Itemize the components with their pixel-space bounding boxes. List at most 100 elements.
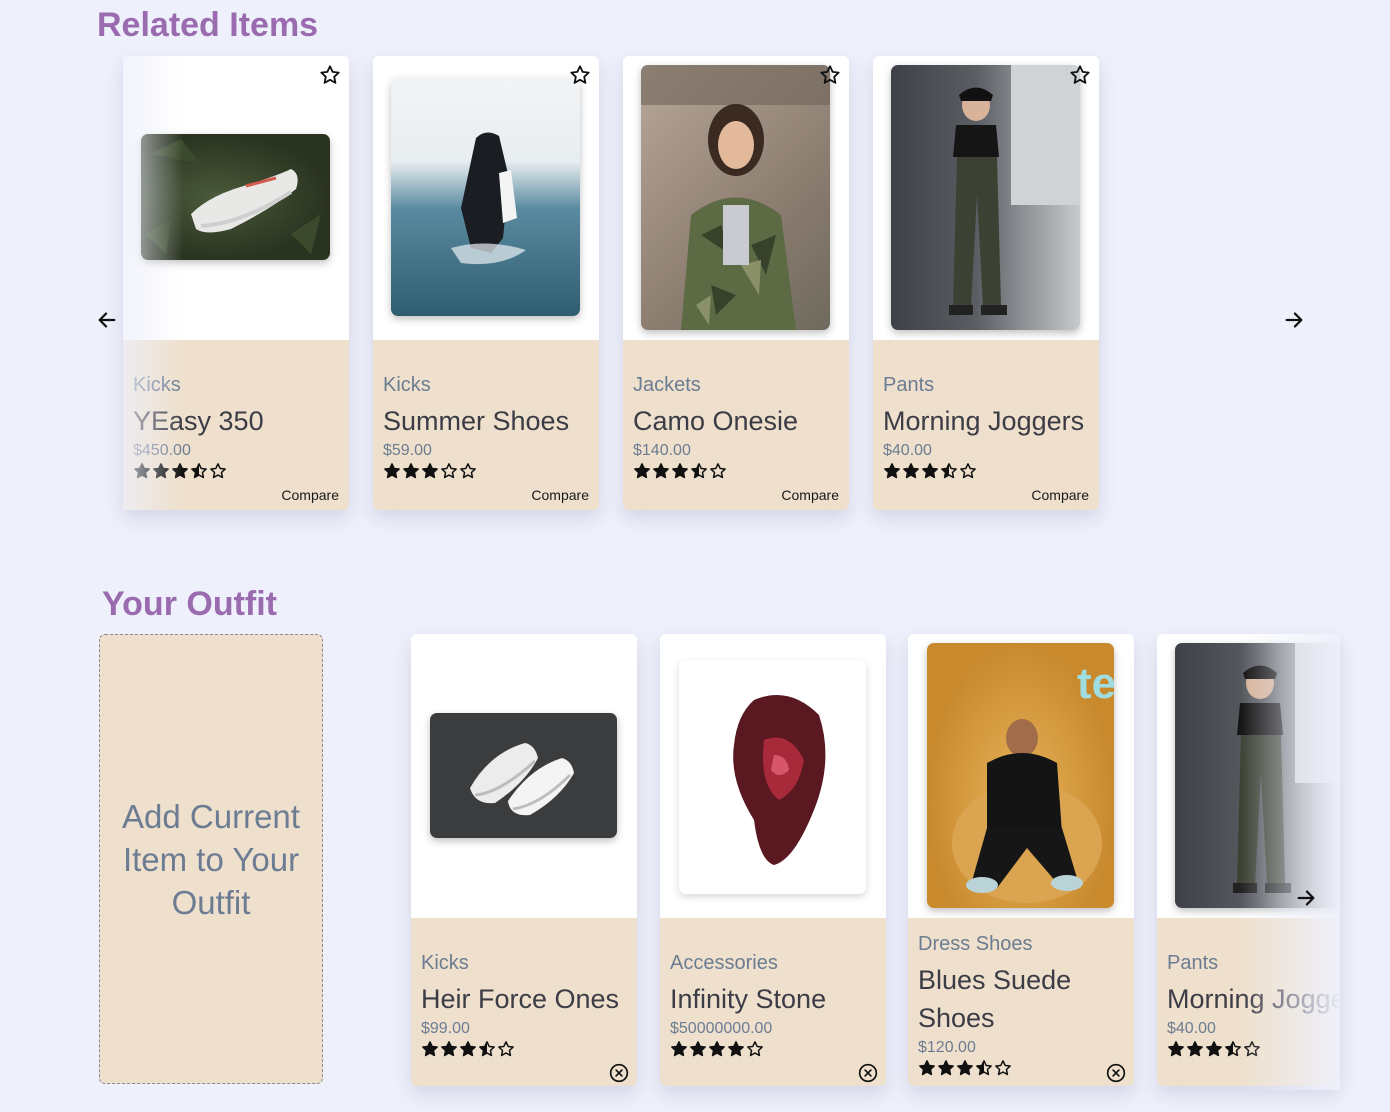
card-image-area xyxy=(411,634,637,918)
star-rating xyxy=(1167,1040,1261,1058)
star-full-icon xyxy=(956,1059,974,1077)
joggers-image xyxy=(891,65,1080,330)
card-image-area: te xyxy=(908,634,1134,918)
card-category: Kicks xyxy=(421,952,469,974)
camo-jacket-image xyxy=(641,65,830,330)
sneaker-image xyxy=(141,134,330,260)
star-rating xyxy=(918,1059,1012,1077)
star-half-icon xyxy=(478,1040,496,1058)
star-full-icon xyxy=(727,1040,745,1058)
star-full-icon xyxy=(421,462,439,480)
card-name: Morning Joggers xyxy=(1167,984,1340,1014)
joggers-image xyxy=(1175,643,1340,908)
related-card[interactable]: Kicks YEasy 350 $450.00 Compare xyxy=(123,56,349,510)
star-half-icon xyxy=(690,462,708,480)
card-price: $99.00 xyxy=(421,1020,470,1037)
card-image-area xyxy=(373,56,599,340)
star-half-icon xyxy=(190,462,208,480)
related-card[interactable]: Kicks Summer Shoes $59.00 Compare xyxy=(373,56,599,510)
related-card[interactable]: Jackets Camo Onesie $140.00 Compare xyxy=(623,56,849,510)
add-to-outfit-button[interactable]: Add Current Item to Your Outfit xyxy=(99,634,323,1084)
star-half-icon xyxy=(975,1059,993,1077)
card-info: Pants Morning Joggers $40.00 xyxy=(1157,918,1340,1086)
white-sneakers-image xyxy=(430,713,617,838)
star-full-icon xyxy=(708,1040,726,1058)
star-full-icon xyxy=(1186,1040,1204,1058)
star-full-icon xyxy=(440,1040,458,1058)
star-full-icon xyxy=(133,462,151,480)
ocean-wader-image xyxy=(391,78,580,316)
star-empty-icon xyxy=(459,462,477,480)
card-category: Kicks xyxy=(133,374,181,396)
compare-button[interactable]: Compare xyxy=(531,487,589,503)
card-category: Kicks xyxy=(383,374,431,396)
card-price: $140.00 xyxy=(633,442,691,459)
remove-close-icon[interactable] xyxy=(858,1063,878,1083)
outfit-card[interactable]: te Dress Shoes Blues Suede Shoes $120.00 xyxy=(908,634,1134,1086)
card-price: $450.00 xyxy=(133,442,191,459)
card-price: $40.00 xyxy=(883,442,932,459)
card-name: Morning Joggers xyxy=(883,406,1085,436)
card-name: Blues Suede Shoes xyxy=(918,965,1072,1033)
compare-button[interactable]: Compare xyxy=(281,487,339,503)
favorite-star-icon[interactable] xyxy=(319,64,341,86)
star-rating xyxy=(421,1040,515,1058)
add-to-outfit-label: Add Current Item to Your Outfit xyxy=(122,797,300,921)
star-full-icon xyxy=(689,1040,707,1058)
star-full-icon xyxy=(1205,1040,1223,1058)
card-category: Dress Shoes xyxy=(918,933,1033,955)
star-full-icon xyxy=(402,462,420,480)
card-info: Kicks YEasy 350 $450.00 Compare xyxy=(123,340,349,510)
favorite-star-icon[interactable] xyxy=(819,64,841,86)
next-arrow-icon[interactable] xyxy=(1283,309,1305,331)
card-info: Dress Shoes Blues Suede Shoes $120.00 xyxy=(908,918,1134,1086)
red-gem-image xyxy=(679,660,866,894)
card-price: $120.00 xyxy=(918,1039,976,1056)
card-info: Accessories Infinity Stone $50000000.00 xyxy=(660,918,886,1086)
compare-button[interactable]: Compare xyxy=(781,487,839,503)
card-image-area xyxy=(660,634,886,918)
card-info: Kicks Summer Shoes $59.00 Compare xyxy=(373,340,599,510)
outfit-card[interactable]: Pants Morning Joggers $40.00 xyxy=(1157,634,1340,1086)
star-empty-icon xyxy=(746,1040,764,1058)
your-outfit-title: Your Outfit xyxy=(102,585,277,623)
star-empty-icon xyxy=(440,462,458,480)
star-empty-icon xyxy=(497,1040,515,1058)
card-category: Jackets xyxy=(633,374,701,396)
prev-arrow-icon[interactable] xyxy=(96,309,118,331)
star-full-icon xyxy=(652,462,670,480)
star-full-icon xyxy=(459,1040,477,1058)
star-full-icon xyxy=(421,1040,439,1058)
star-half-icon xyxy=(940,462,958,480)
remove-close-icon[interactable] xyxy=(609,1063,629,1083)
outfit-card[interactable]: Kicks Heir Force Ones $99.00 xyxy=(411,634,637,1086)
card-info: Kicks Heir Force Ones $99.00 xyxy=(411,918,637,1086)
star-empty-icon xyxy=(209,462,227,480)
card-price: $50000000.00 xyxy=(670,1020,773,1037)
star-rating xyxy=(883,462,977,480)
remove-close-icon[interactable] xyxy=(1106,1063,1126,1083)
star-full-icon xyxy=(1167,1040,1185,1058)
star-empty-icon xyxy=(1243,1040,1261,1058)
star-rating xyxy=(133,462,227,480)
outfit-next-arrow-icon[interactable] xyxy=(1295,887,1317,909)
card-price: $40.00 xyxy=(1167,1020,1216,1037)
favorite-star-icon[interactable] xyxy=(569,64,591,86)
outfit-card[interactable]: Accessories Infinity Stone $50000000.00 xyxy=(660,634,886,1086)
star-full-icon xyxy=(883,462,901,480)
star-full-icon xyxy=(171,462,189,480)
card-category: Pants xyxy=(1167,952,1219,974)
related-items-title: Related Items xyxy=(97,6,319,44)
star-full-icon xyxy=(918,1059,936,1077)
card-name: YEasy 350 xyxy=(133,406,264,436)
card-info: Pants Morning Joggers $40.00 Compare xyxy=(873,340,1099,510)
card-category: Accessories xyxy=(670,952,778,974)
compare-button[interactable]: Compare xyxy=(1031,487,1089,503)
related-card[interactable]: Pants Morning Joggers $40.00 Compare xyxy=(873,56,1099,510)
star-empty-icon xyxy=(994,1059,1012,1077)
card-info: Jackets Camo Onesie $140.00 Compare xyxy=(623,340,849,510)
card-image-area xyxy=(623,56,849,340)
star-full-icon xyxy=(633,462,651,480)
star-full-icon xyxy=(671,462,689,480)
favorite-star-icon[interactable] xyxy=(1069,64,1091,86)
